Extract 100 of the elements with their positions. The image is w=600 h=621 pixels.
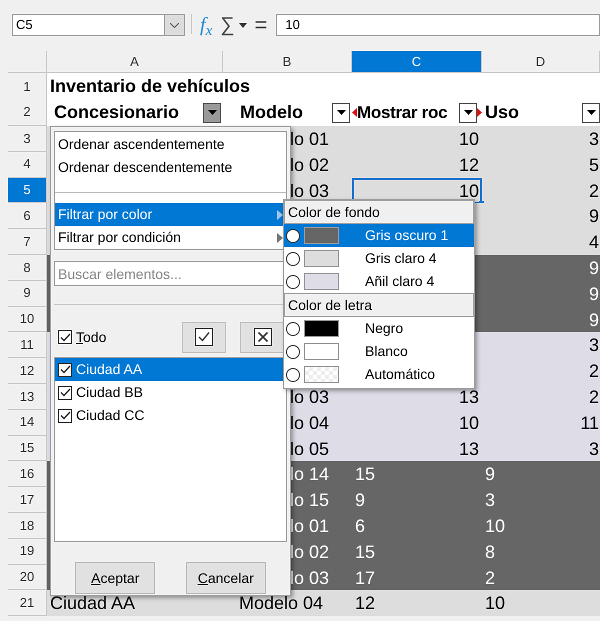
color-name: Blanco [365, 342, 408, 361]
table-cell: lo 03 [290, 180, 330, 201]
table-cell: lo 04 [290, 412, 330, 433]
caret-down-icon [586, 110, 596, 115]
column-header[interactable]: C [352, 51, 482, 73]
dialog-button[interactable]: Aceptar [75, 562, 156, 594]
row-header[interactable]: 10 [8, 306, 47, 332]
menu-item[interactable]: Ordenar ascendentemente [55, 133, 286, 156]
radio-button[interactable] [286, 368, 300, 382]
row-header[interactable]: 6 [8, 203, 47, 230]
table-cell-text: 2 [588, 180, 599, 203]
table-cell-text: 2 [588, 360, 599, 384]
group-header: Color de letra [284, 293, 474, 317]
caret-down-icon [464, 110, 472, 115]
color-name: Automático [365, 365, 436, 384]
row-header[interactable]: 9 [8, 280, 47, 307]
row-header[interactable]: 2 [8, 99, 47, 126]
row-header[interactable]: 16 [8, 461, 47, 488]
caret-down-icon[interactable] [238, 23, 246, 28]
row-header[interactable]: 4 [8, 152, 47, 178]
column-title: Modelo [240, 101, 303, 124]
row-header[interactable]: 21 [8, 590, 47, 616]
filter-dropdown-button[interactable] [203, 102, 221, 122]
checkbox[interactable] [58, 408, 72, 422]
submenu-arrow-icon [277, 210, 283, 220]
sum-button[interactable]: ∑ [220, 14, 234, 36]
overflow-arrow-icon [477, 108, 482, 117]
row-header[interactable]: 3 [8, 126, 47, 152]
color-option[interactable]: Gris oscuro 1 [284, 224, 474, 247]
check-all-button[interactable] [182, 322, 226, 352]
select-all-label[interactable]: Todo [76, 326, 106, 348]
name-box[interactable]: C5 [12, 14, 185, 36]
checkbox-tick-icon [195, 328, 213, 346]
table-cell-text: 15 [355, 463, 376, 486]
color-option[interactable]: Añil claro 4 [284, 270, 474, 293]
dialog-button[interactable]: Cancelar [186, 562, 266, 594]
column-title: Uso [485, 101, 520, 124]
table-cell-text: 9 [355, 489, 366, 512]
menu-item[interactable]: Filtrar por color [55, 203, 286, 226]
table-cell-text: 13 [458, 386, 479, 409]
color-option[interactable]: Automático [284, 363, 474, 386]
row-header[interactable]: 14 [8, 410, 47, 436]
row-header[interactable]: 7 [8, 229, 47, 255]
color-option[interactable]: Gris claro 4 [284, 247, 474, 270]
table-cell-text: 17 [355, 566, 376, 590]
row-header[interactable]: 15 [8, 436, 47, 462]
table-cell-text: 8 [485, 540, 496, 564]
row-header[interactable]: 18 [8, 512, 47, 539]
row-header[interactable]: 8 [8, 254, 47, 281]
table-cell-text: 3 [485, 489, 496, 512]
table-cell-text: 9 [588, 308, 599, 332]
row-header[interactable]: 13 [8, 384, 47, 410]
row-header[interactable]: 12 [8, 358, 47, 384]
color-option[interactable]: Negro [284, 317, 474, 340]
formula-button[interactable]: = [254, 14, 268, 36]
checkbox[interactable] [58, 330, 72, 344]
radio-button[interactable] [286, 252, 300, 266]
table-cell-text: 9 [588, 205, 599, 228]
radio-button[interactable] [286, 274, 300, 288]
filter-dropdown-button[interactable] [459, 102, 477, 122]
table-cell: lo 03 [290, 386, 330, 407]
caret-down-icon [208, 110, 216, 115]
formula-input[interactable]: 10 [276, 14, 600, 36]
table-cell-text: 10 [485, 514, 506, 538]
table-cell-text: 9 [485, 463, 496, 486]
row-header[interactable]: 20 [8, 564, 47, 590]
color-name: Gris oscuro 1 [365, 226, 448, 245]
radio-button[interactable] [286, 322, 300, 336]
table-cell-text: 3 [588, 438, 599, 461]
filter-dropdown-button[interactable] [332, 102, 350, 122]
table-cell: lo 03 [290, 568, 330, 588]
submenu-arrow-icon [277, 232, 283, 242]
filter-dropdown-button[interactable] [582, 102, 600, 122]
table-cell: lo 01 [290, 516, 330, 536]
checkbox[interactable] [58, 362, 72, 376]
column-title: Concesionario [54, 101, 180, 124]
table-cell: Ciudad AA [50, 593, 136, 614]
list-item[interactable]: Ciudad AA [55, 358, 286, 381]
table-cell-text: 4 [588, 231, 599, 254]
uncheck-all-button[interactable] [240, 322, 285, 352]
row-header[interactable]: 19 [8, 538, 47, 565]
table-cell: lo 14 [290, 464, 330, 484]
color-name: Añil claro 4 [365, 272, 434, 291]
table-cell: lo 02 [290, 154, 330, 175]
row-header[interactable]: 5 [8, 178, 47, 204]
table-cell: lo 15 [290, 490, 330, 510]
list-item[interactable]: Ciudad CC [55, 404, 286, 427]
table-cell-text: 12 [355, 592, 376, 616]
table-cell-text: 6 [355, 514, 366, 538]
radio-button[interactable] [286, 228, 300, 242]
menu-item[interactable]: Ordenar descendentemente [55, 156, 286, 179]
list-item[interactable]: Ciudad BB [55, 381, 286, 404]
row-header[interactable]: 11 [8, 332, 47, 358]
row-header[interactable]: 17 [8, 487, 47, 513]
radio-button[interactable] [286, 344, 300, 358]
chevron-down-icon [170, 22, 179, 28]
overflow-arrow-icon [352, 108, 357, 117]
checkbox[interactable] [58, 386, 72, 400]
color-option[interactable]: Blanco [284, 340, 474, 363]
menu-item[interactable]: Filtrar por condición [55, 226, 286, 249]
